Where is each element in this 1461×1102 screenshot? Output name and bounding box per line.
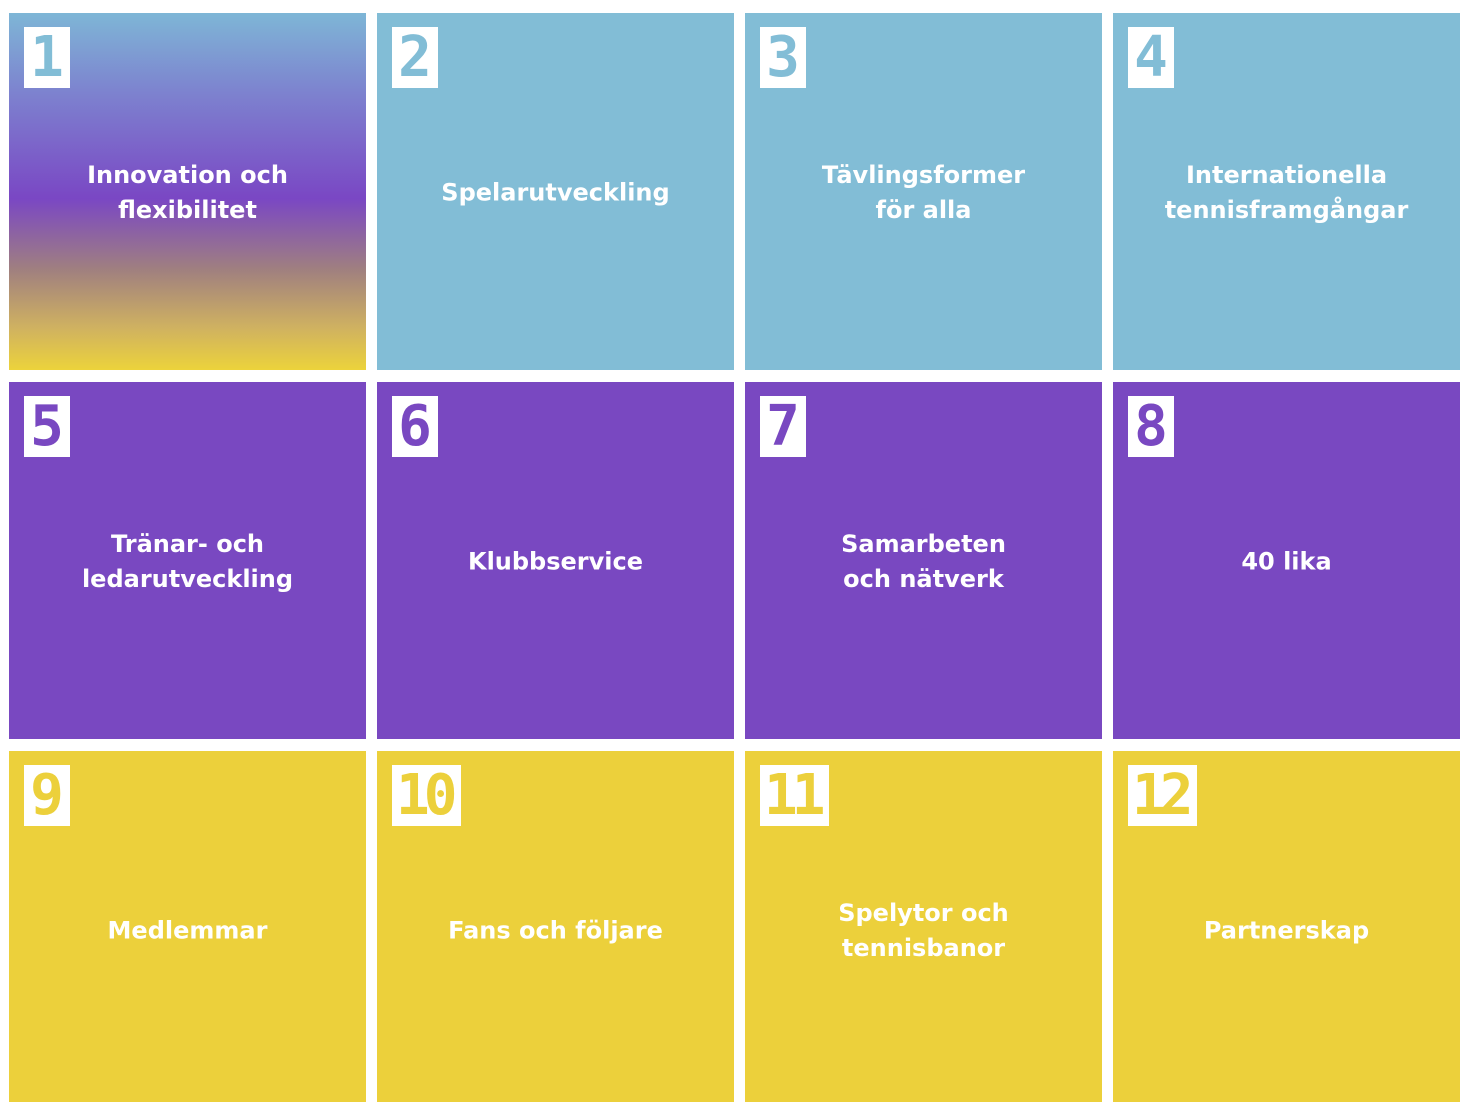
tile-label: Samarbeten och nätverk — [841, 530, 1006, 593]
tile-label: 40 lika — [1241, 547, 1332, 576]
tile-label: Medlemmar — [107, 916, 268, 945]
tile-label: Fans och följare — [448, 916, 663, 945]
tile-number-badge: 2 — [392, 27, 438, 88]
focus-area-grid: 1 Innovation och flexibilitet 2 Spelarut… — [9, 13, 1461, 1102]
tile-innovation-och-flexibilitet[interactable]: 1 Innovation och flexibilitet — [9, 13, 366, 370]
tile-number-badge: 5 — [24, 396, 70, 457]
tile-tavlingsformer-for-alla[interactable]: 3 Tävlingsformer för alla — [745, 13, 1102, 370]
tile-label: Partnerskap — [1203, 916, 1370, 945]
tile-number-badge: 10 — [392, 765, 462, 826]
tile-label: Tävlingsformer för alla — [821, 161, 1026, 224]
tile-label: Tränar- och ledarutveckling — [81, 530, 294, 593]
tile-number-badge: 4 — [1128, 27, 1174, 88]
tile-number-badge: 8 — [1128, 396, 1174, 457]
tile-number-badge: 6 — [392, 396, 438, 457]
tile-40-lika[interactable]: 8 40 lika — [1113, 382, 1460, 739]
tile-medlemmar[interactable]: 9 Medlemmar — [9, 751, 366, 1102]
tile-number-badge: 11 — [760, 765, 830, 826]
tile-partnerskap[interactable]: 12 Partnerskap — [1113, 751, 1460, 1102]
tile-label: Internationella tennisframgångar — [1164, 161, 1409, 224]
tile-label: Spelytor och tennisbanor — [838, 899, 1009, 962]
tile-number-badge: 9 — [24, 765, 70, 826]
tile-label: Innovation och flexibilitet — [87, 161, 288, 224]
tile-spelarutveckling[interactable]: 2 Spelarutveckling — [377, 13, 734, 370]
tile-number-badge: 12 — [1128, 765, 1198, 826]
tile-number-badge: 3 — [760, 27, 806, 88]
tile-label: Klubbservice — [467, 547, 644, 576]
tile-tranar-och-ledarutveckling[interactable]: 5 Tränar- och ledarutveckling — [9, 382, 366, 739]
tile-label: Spelarutveckling — [441, 178, 670, 207]
tile-internationella-tennisframgangar[interactable]: 4 Internationella tennisframgångar — [1113, 13, 1460, 370]
tile-samarbeten-och-natverk[interactable]: 7 Samarbeten och nätverk — [745, 382, 1102, 739]
tile-number-badge: 7 — [760, 396, 806, 457]
tile-spelytor-och-tennisbanor[interactable]: 11 Spelytor och tennisbanor — [745, 751, 1102, 1102]
tile-klubbservice[interactable]: 6 Klubbservice — [377, 382, 734, 739]
tile-fans-och-foljare[interactable]: 10 Fans och följare — [377, 751, 734, 1102]
tile-number-badge: 1 — [24, 27, 70, 88]
